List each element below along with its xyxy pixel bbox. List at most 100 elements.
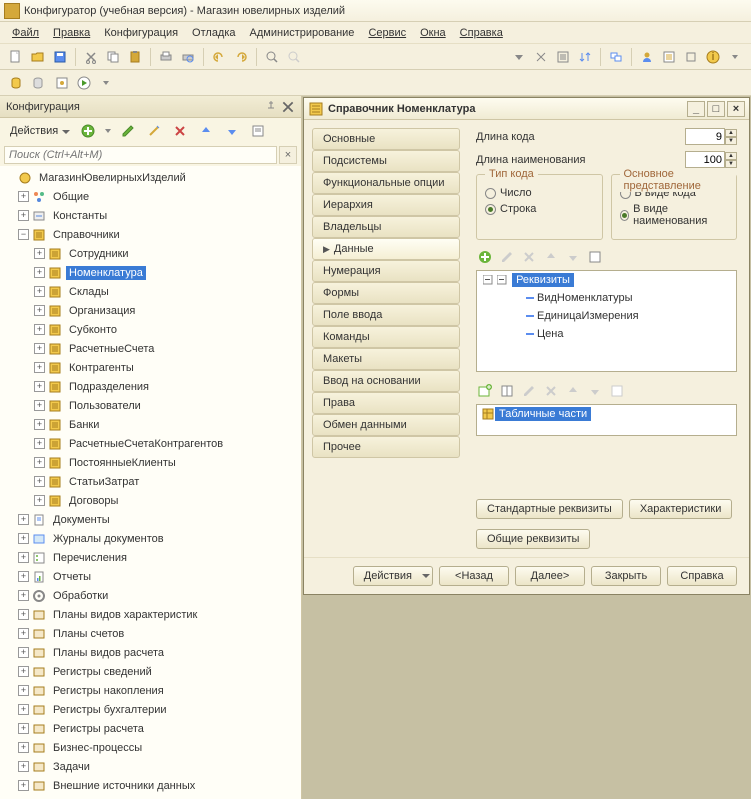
help-button[interactable]: Справка — [667, 566, 737, 586]
expand-icon[interactable]: + — [34, 438, 45, 449]
expand-icon[interactable]: + — [18, 571, 29, 582]
play-dd-icon[interactable] — [96, 73, 116, 93]
dialog-actions-button[interactable]: Действия — [353, 566, 433, 586]
paste-icon[interactable] — [125, 47, 145, 67]
menu-debug[interactable]: Отладка — [192, 27, 235, 39]
info-icon[interactable]: i — [703, 47, 723, 67]
spin-up-icon[interactable]: ▲ — [725, 152, 737, 160]
expand-icon[interactable]: + — [34, 419, 45, 430]
expand-icon[interactable]: + — [34, 248, 45, 259]
tree-item[interactable]: + Общие — [0, 187, 301, 206]
table-edit-icon[interactable] — [520, 382, 538, 400]
spin-up-icon[interactable]: ▲ — [725, 129, 737, 137]
props-icon[interactable] — [248, 121, 268, 141]
repr-name-radio[interactable]: В виде наименования — [620, 203, 729, 227]
close-button[interactable]: Закрыть — [591, 566, 661, 586]
tree-item[interactable]: +Обработки — [0, 586, 301, 605]
expand-icon[interactable]: + — [18, 761, 29, 772]
expand-icon[interactable]: + — [34, 400, 45, 411]
tree-item[interactable]: +Склады — [0, 282, 301, 301]
expand-icon[interactable]: − — [18, 229, 29, 240]
expand-icon[interactable]: + — [18, 685, 29, 696]
dropdown-icon[interactable] — [509, 47, 529, 67]
expand-icon[interactable]: + — [34, 343, 45, 354]
menu-help[interactable]: Справка — [460, 27, 503, 39]
actions-dropdown[interactable]: Действия — [6, 123, 72, 139]
attrs-root-row[interactable]: Реквизиты — [477, 271, 736, 289]
cut-icon[interactable] — [81, 47, 101, 67]
maximize-button[interactable]: □ — [707, 101, 725, 117]
tree-item[interactable]: +Контрагенты — [0, 358, 301, 377]
side-tab[interactable]: Функциональные опции — [312, 172, 460, 194]
table-add-icon[interactable] — [476, 382, 494, 400]
table-props-icon[interactable] — [608, 382, 626, 400]
panel-close-icon[interactable] — [281, 100, 295, 114]
new-doc-icon[interactable] — [6, 47, 26, 67]
attr-props-icon[interactable] — [586, 248, 604, 266]
side-tab[interactable]: Ввод на основании — [312, 370, 460, 392]
side-tab[interactable]: Обмен данными — [312, 414, 460, 436]
tree-item[interactable]: +Перечисления — [0, 548, 301, 567]
tree-item[interactable]: +Бизнес-процессы — [0, 738, 301, 757]
dialog-close-button[interactable]: × — [727, 101, 745, 117]
tree-item[interactable]: +Задачи — [0, 757, 301, 776]
tree-item[interactable]: +ПостоянныеКлиенты — [0, 453, 301, 472]
tables-root-row[interactable]: Табличные части — [477, 405, 736, 423]
open-icon[interactable] — [28, 47, 48, 67]
tree-item[interactable]: +РасчетныеСчетаКонтрагентов — [0, 434, 301, 453]
expand-icon[interactable]: + — [18, 666, 29, 677]
side-tab[interactable]: Данные — [312, 238, 460, 260]
dropdown2-icon[interactable] — [725, 47, 745, 67]
characteristics-button[interactable]: Характеристики — [629, 499, 733, 519]
attr-add-icon[interactable] — [476, 248, 494, 266]
expand-icon[interactable]: + — [18, 704, 29, 715]
tree-item[interactable]: +Планы видов характеристик — [0, 605, 301, 624]
type-string-radio[interactable]: Строка — [485, 203, 594, 215]
tree-item[interactable]: +Номенклатура — [0, 263, 301, 282]
tree-item[interactable]: +Субконто — [0, 320, 301, 339]
type-number-radio[interactable]: Число — [485, 187, 594, 199]
undo-icon[interactable] — [209, 47, 229, 67]
tree-item[interactable]: +Регистры сведений — [0, 662, 301, 681]
tree-item[interactable]: +Планы счетов — [0, 624, 301, 643]
attr-up-icon[interactable] — [542, 248, 560, 266]
tree-item[interactable]: +Регистры бухгалтерии — [0, 700, 301, 719]
tree-item[interactable]: −Справочники — [0, 225, 301, 244]
table-add-col-icon[interactable] — [498, 382, 516, 400]
x-tool-icon[interactable] — [531, 47, 551, 67]
expand-icon[interactable]: + — [34, 286, 45, 297]
side-tab[interactable]: Формы — [312, 282, 460, 304]
save-icon[interactable] — [50, 47, 70, 67]
name-length-input[interactable] — [685, 151, 725, 168]
expand-icon[interactable]: + — [18, 780, 29, 791]
expand-icon[interactable]: + — [18, 647, 29, 658]
db-icon[interactable] — [6, 73, 26, 93]
expand-icon[interactable] — [495, 275, 509, 285]
print-preview-icon[interactable] — [178, 47, 198, 67]
search-clear-icon[interactable]: × — [279, 146, 297, 164]
attributes-tree[interactable]: РеквизитыВидНоменклатурыЕдиницаИзмерения… — [476, 270, 737, 372]
tree-item[interactable]: +Организация — [0, 301, 301, 320]
table-up-icon[interactable] — [564, 382, 582, 400]
expand-icon[interactable]: + — [18, 552, 29, 563]
side-tab[interactable]: Макеты — [312, 348, 460, 370]
code-length-input[interactable] — [685, 128, 725, 145]
expand-icon[interactable]: + — [18, 210, 29, 221]
wand-icon[interactable] — [144, 121, 164, 141]
side-tab[interactable]: Прочее — [312, 436, 460, 458]
menu-admin[interactable]: Администрирование — [250, 27, 355, 39]
config-search-input[interactable] — [4, 146, 277, 164]
side-tab[interactable]: Права — [312, 392, 460, 414]
tree-item[interactable]: +Отчеты — [0, 567, 301, 586]
debug-start-icon[interactable] — [52, 73, 72, 93]
minimize-button[interactable]: _ — [687, 101, 705, 117]
add-dd-icon[interactable] — [104, 127, 112, 135]
tree-item[interactable]: +Константы — [0, 206, 301, 225]
tree-item[interactable]: +Пользователи — [0, 396, 301, 415]
expand-icon[interactable]: + — [34, 324, 45, 335]
table-down-icon[interactable] — [586, 382, 604, 400]
menu-file[interactable]: Файл — [12, 27, 39, 39]
expand-icon[interactable]: + — [34, 495, 45, 506]
menu-service[interactable]: Сервис — [368, 27, 406, 39]
side-tab[interactable]: Владельцы — [312, 216, 460, 238]
